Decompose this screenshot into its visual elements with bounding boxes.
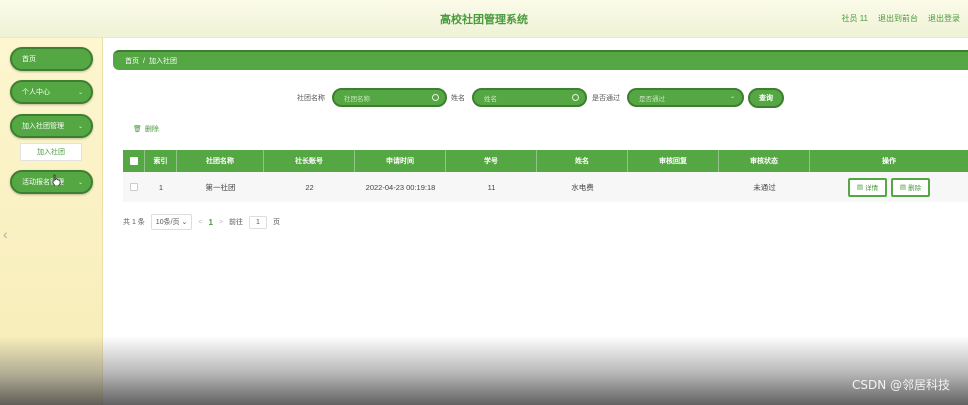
col-president-account: 社长账号 — [264, 150, 355, 172]
col-review-status: 审核状态 — [719, 150, 810, 172]
sidebar-subitem-join-club[interactable]: 加入社团 — [20, 143, 82, 161]
document-icon: ▤ — [856, 184, 864, 191]
search-icon — [432, 94, 439, 101]
col-student-id: 学号 — [446, 150, 537, 172]
select-all-checkbox[interactable] — [129, 157, 138, 165]
cell-president-account: 22 — [305, 182, 314, 192]
chevron-down-icon: ⌄ — [729, 94, 735, 100]
breadcrumb-current: 加入社团 — [148, 58, 177, 65]
search-filters: 社团名称 社团名称 姓名 姓名 是否通过 是否通过 ⌄ 查询 — [103, 88, 968, 108]
col-review-reply: 审核回复 — [628, 150, 719, 172]
sidebar-item-label: 首页 — [22, 56, 36, 63]
col-operations: 操作 — [882, 158, 896, 165]
search-icon — [572, 94, 579, 101]
sidebar-item-label: 个人中心 — [22, 89, 50, 96]
next-page-button[interactable]: > — [219, 219, 223, 226]
cell-index: 1 — [158, 182, 164, 192]
cell-review-reply — [628, 172, 719, 202]
trash-icon: ▤ — [899, 184, 907, 191]
breadcrumb-home[interactable]: 首页 — [125, 56, 139, 66]
hand-cursor-icon — [52, 174, 61, 186]
cell-apply-time: 2022-04-23 00:19:18 — [365, 182, 436, 192]
prev-page-button[interactable]: < — [198, 219, 202, 226]
detail-button[interactable]: ▤ 详情 — [848, 177, 887, 197]
page-size-select[interactable]: 10条/页 ⌄ — [150, 214, 193, 230]
app-title: 高校社团管理系统 — [440, 14, 528, 26]
club-name-input[interactable]: 社团名称 — [332, 88, 447, 107]
approved-label: 是否通过 — [592, 95, 620, 102]
search-button-label: 查询 — [759, 95, 773, 102]
table-row: 1 第一社团 22 2022-04-23 00:19:18 11 水电费 未通过… — [123, 172, 968, 202]
search-button[interactable]: 查询 — [748, 88, 784, 108]
breadcrumb: 首页 / 加入社团 — [113, 50, 968, 70]
delete-button[interactable]: ▤ 删除 — [891, 177, 930, 197]
collapse-chevron-icon[interactable]: ‹ — [3, 226, 8, 242]
goto-page-input[interactable]: 1 — [249, 215, 267, 229]
name-input[interactable]: 姓名 — [472, 88, 587, 107]
logout-link[interactable]: 退出登录 — [928, 13, 960, 24]
approved-select[interactable]: 是否通过 ⌄ — [627, 88, 744, 107]
select-all-cell — [123, 150, 145, 172]
cell-operations: ▤ 详情 ▤ 删除 — [810, 172, 968, 202]
sidebar: 首页 个人中心 ⌄ 加入社团管理 ⌄ 加入社团 活动报名管理 ⌄ ‹ — [0, 38, 103, 405]
col-club-name: 社团名称 — [177, 150, 264, 172]
cell-student-id: 11 — [487, 182, 496, 192]
chevron-down-icon: ⌄ — [77, 179, 83, 186]
col-name: 姓名 — [537, 150, 628, 172]
header-actions: 社员 11 退出到前台 退出登录 — [841, 13, 960, 24]
goto-label: 前往 — [229, 219, 243, 226]
main-content: 首页 / 加入社团 社团名称 社团名称 姓名 姓名 是否通过 是否通过 ⌄ 查询… — [103, 38, 968, 405]
chevron-down-icon: ⌄ — [77, 89, 83, 96]
page-size-value: 10条/页 — [155, 219, 180, 226]
club-name-label: 社团名称 — [297, 95, 325, 102]
watermark: CSDN @邻居科技 — [851, 378, 950, 392]
batch-delete-button[interactable]: 🗑 删除 — [133, 124, 159, 134]
sidebar-item-personal-center[interactable]: 个人中心 ⌄ — [10, 80, 93, 104]
page-number[interactable]: 1 — [208, 218, 212, 227]
chevron-down-icon: ⌄ — [181, 219, 188, 226]
sidebar-subitem-label: 加入社团 — [37, 149, 65, 156]
batch-delete-label: 删除 — [144, 126, 159, 133]
cell-club-name: 第一社团 — [205, 182, 236, 192]
table-header: 索引 社团名称 社长账号 申请时间 学号 姓名 审核回复 审核状态 操作 — [123, 150, 968, 172]
row-select-cell — [123, 172, 145, 202]
club-name-placeholder: 社团名称 — [344, 95, 370, 103]
cell-name: 水电费 — [571, 182, 594, 192]
row-checkbox[interactable] — [130, 183, 138, 191]
sidebar-item-label: 加入社团管理 — [22, 123, 64, 130]
col-index: 索引 — [145, 150, 177, 172]
name-placeholder: 姓名 — [484, 95, 497, 103]
detail-button-label: 详情 — [865, 185, 879, 192]
top-header: 高校社团管理系统 社员 11 退出到前台 退出登录 — [0, 0, 968, 38]
chevron-down-icon: ⌄ — [77, 123, 83, 130]
trash-icon: 🗑 — [133, 126, 142, 133]
total-count: 共 1 条 — [123, 219, 145, 226]
delete-button-label: 删除 — [908, 185, 922, 192]
sidebar-item-home[interactable]: 首页 — [10, 47, 93, 71]
cell-review-status: 未通过 — [753, 182, 776, 192]
sidebar-item-join-club-management[interactable]: 加入社团管理 ⌄ — [10, 114, 93, 138]
back-to-front-link[interactable]: 退出到前台 — [878, 13, 918, 24]
name-label: 姓名 — [451, 95, 465, 102]
breadcrumb-separator: / — [143, 57, 145, 65]
page-suffix: 页 — [273, 219, 280, 226]
current-user: 社员 11 — [841, 14, 868, 23]
approved-placeholder: 是否通过 — [639, 95, 665, 103]
col-apply-time: 申请时间 — [355, 150, 446, 172]
applications-table: 索引 社团名称 社长账号 申请时间 学号 姓名 审核回复 审核状态 操作 1 第… — [123, 150, 968, 202]
pagination: 共 1 条 10条/页 ⌄ < 1 > 前往 1 页 — [123, 214, 280, 230]
